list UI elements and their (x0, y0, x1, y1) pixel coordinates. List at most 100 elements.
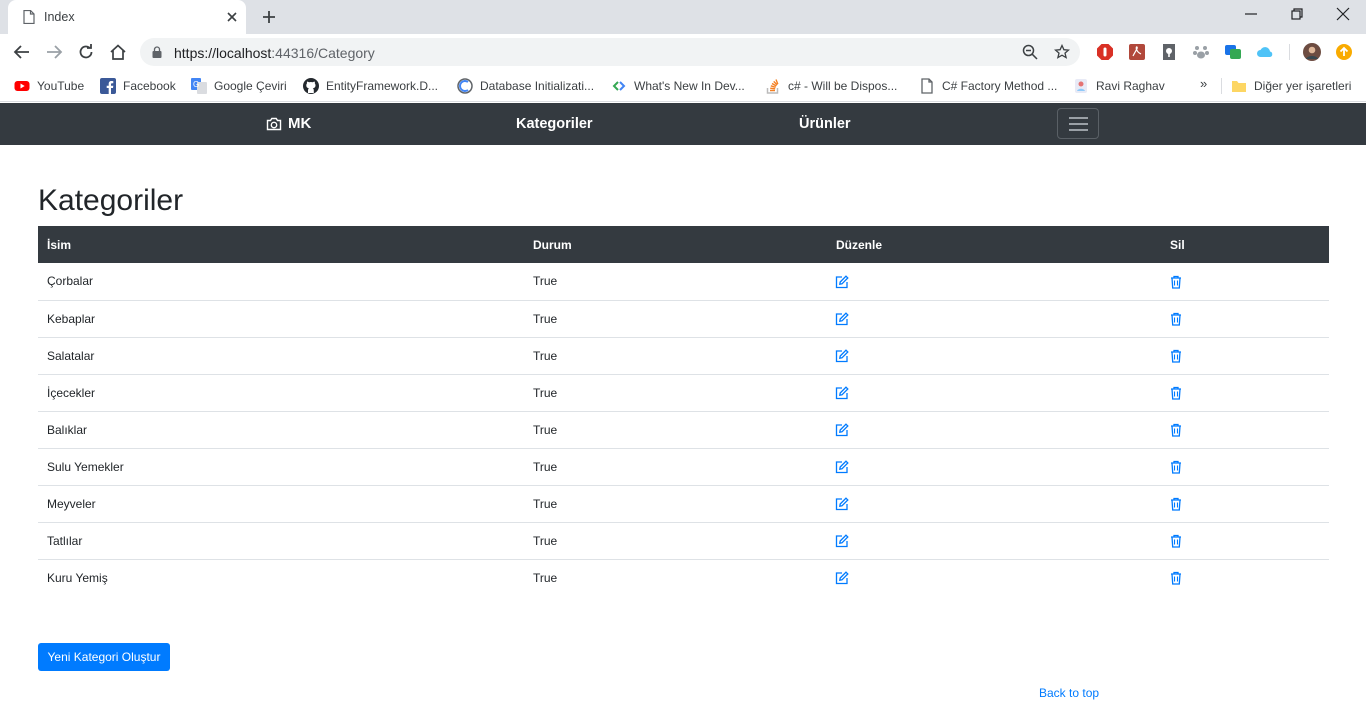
category-status-cell: True (533, 274, 558, 289)
delete-cell (1161, 263, 1329, 300)
category-name-cell: Kebaplar (38, 299, 524, 337)
back-to-top-link[interactable]: Back to top (1039, 686, 1099, 700)
edit-icon[interactable] (835, 423, 849, 437)
bookmarks-overflow-button[interactable]: » (1200, 76, 1207, 91)
url-text[interactable]: https://localhost:44316/Category (174, 45, 375, 61)
youtube-icon (14, 81, 30, 91)
category-name-cell: Sulu Yemekler (38, 447, 524, 485)
category-name-cell: İçecekler (38, 373, 524, 411)
edit-cell (827, 447, 1161, 485)
home-icon[interactable] (109, 43, 127, 61)
category-name-cell: Kuru Yemiş (38, 558, 524, 596)
bookmark-youtube[interactable]: YouTube (14, 76, 84, 96)
forward-arrow-icon[interactable] (45, 43, 63, 61)
create-category-button[interactable]: Yeni Kategori Oluştur (38, 643, 170, 671)
bookmark-label: Ravi Raghav (1096, 79, 1165, 93)
bookmark-google-ceviri[interactable]: G Google Çeviri (191, 76, 287, 96)
reload-icon[interactable] (77, 43, 95, 61)
browser-tab-active[interactable]: Index (8, 0, 246, 34)
edit-cell (827, 299, 1161, 337)
new-tab-icon[interactable] (260, 8, 278, 26)
google-translate-icon: G (191, 78, 207, 94)
github-icon (303, 78, 319, 94)
trash-icon[interactable] (1169, 423, 1183, 437)
bookmark-facebook[interactable]: Facebook (100, 76, 176, 96)
chevrons-icon (612, 81, 626, 91)
keeper-extension-icon[interactable] (1160, 43, 1178, 61)
edit-icon[interactable] (835, 571, 849, 585)
column-header-delete: Sil (1161, 226, 1329, 263)
nav-link-kategoriler[interactable]: Kategoriler (516, 116, 593, 132)
category-status-cell: True (524, 484, 827, 522)
edit-icon[interactable] (835, 534, 849, 548)
trash-icon[interactable] (1169, 349, 1183, 363)
table-row: İçecekler True (38, 373, 1329, 411)
edit-cell (827, 336, 1161, 374)
trash-icon[interactable] (1169, 460, 1183, 474)
trash-icon[interactable] (1169, 312, 1183, 326)
table-row: Kebaplar True (38, 299, 1329, 337)
bookmark-ravi-raghav[interactable]: Ravi Raghav (1073, 76, 1165, 96)
edit-icon[interactable] (835, 497, 849, 511)
category-status-cell: True (524, 521, 827, 559)
url-host: https://localhost (174, 45, 272, 61)
bookmark-entityframework[interactable]: EntityFramework.D... (303, 76, 438, 96)
translate-extension-icon[interactable] (1224, 43, 1242, 61)
bookmark-label: Diğer yer işaretleri (1254, 79, 1352, 93)
back-arrow-icon[interactable] (13, 43, 31, 61)
edit-icon[interactable] (835, 274, 849, 289)
trash-icon[interactable] (1169, 275, 1183, 289)
edit-icon[interactable] (835, 460, 849, 474)
category-name-cell: Meyveler (38, 484, 524, 522)
bookmark-whats-new[interactable]: What's New In Dev... (611, 76, 745, 96)
bookmark-database-initialization[interactable]: Database Initializati... (457, 76, 594, 96)
restore-icon[interactable] (1289, 6, 1305, 22)
site-navbar: MK Kategoriler Ürünler (0, 103, 1366, 145)
bookmarks-divider (1221, 78, 1222, 94)
hamburger-icon-bar (1069, 129, 1088, 131)
adblock-extension-icon[interactable] (1096, 43, 1114, 61)
category-status-cell: True (524, 336, 827, 374)
minimize-icon[interactable] (1243, 6, 1259, 22)
bookmark-label: Google Çeviri (214, 79, 287, 93)
delete-cell (1161, 373, 1329, 411)
edit-cell (827, 484, 1161, 522)
pdf-extension-icon[interactable] (1128, 43, 1146, 61)
table-row: Kuru Yemiş True (38, 558, 1329, 596)
bookmark-label: EntityFramework.D... (326, 79, 439, 93)
folder-icon (1232, 81, 1246, 92)
bookmark-label: What's New In Dev... (634, 79, 745, 93)
trash-icon[interactable] (1169, 497, 1183, 511)
category-name-cell: Balıklar (38, 410, 524, 448)
navbar-toggler-button[interactable] (1057, 108, 1099, 139)
edit-cell (827, 410, 1161, 448)
delete-cell (1161, 484, 1329, 522)
avatar[interactable] (1303, 43, 1321, 61)
edit-icon[interactable] (835, 386, 849, 400)
other-bookmarks-folder[interactable]: Diğer yer işaretleri (1231, 76, 1351, 96)
paw-extension-icon[interactable] (1192, 43, 1210, 61)
nav-link-urunler[interactable]: Ürünler (799, 116, 851, 132)
star-icon[interactable] (1054, 44, 1070, 60)
window-close-icon[interactable] (1335, 6, 1351, 22)
bookmarks-bar: YouTube Facebook G Google Çeviri EntityF… (0, 70, 1366, 102)
trash-icon[interactable] (1169, 534, 1183, 548)
brand-link[interactable]: MK (266, 115, 311, 132)
brand-text: MK (288, 115, 312, 132)
update-icon[interactable] (1335, 43, 1353, 61)
close-icon[interactable] (224, 9, 240, 25)
category-name-cell: Çorbalar (47, 274, 94, 289)
delete-cell (1161, 521, 1329, 559)
edit-cell (827, 263, 1161, 300)
cloud-extension-icon[interactable] (1256, 43, 1274, 61)
address-bar[interactable]: https://localhost:44316/Category (140, 38, 1080, 66)
bookmark-factory-method[interactable]: C# Factory Method ... (919, 76, 1057, 96)
edit-icon[interactable] (835, 312, 849, 326)
bookmark-csharp-dispose[interactable]: c# - Will be Dispos... (765, 76, 897, 96)
trash-icon[interactable] (1169, 571, 1183, 585)
trash-icon[interactable] (1169, 386, 1183, 400)
edit-icon[interactable] (835, 349, 849, 363)
table-row: Sulu Yemekler True (38, 447, 1329, 485)
hamburger-icon-bar (1069, 117, 1088, 119)
zoom-icon[interactable] (1022, 44, 1038, 60)
